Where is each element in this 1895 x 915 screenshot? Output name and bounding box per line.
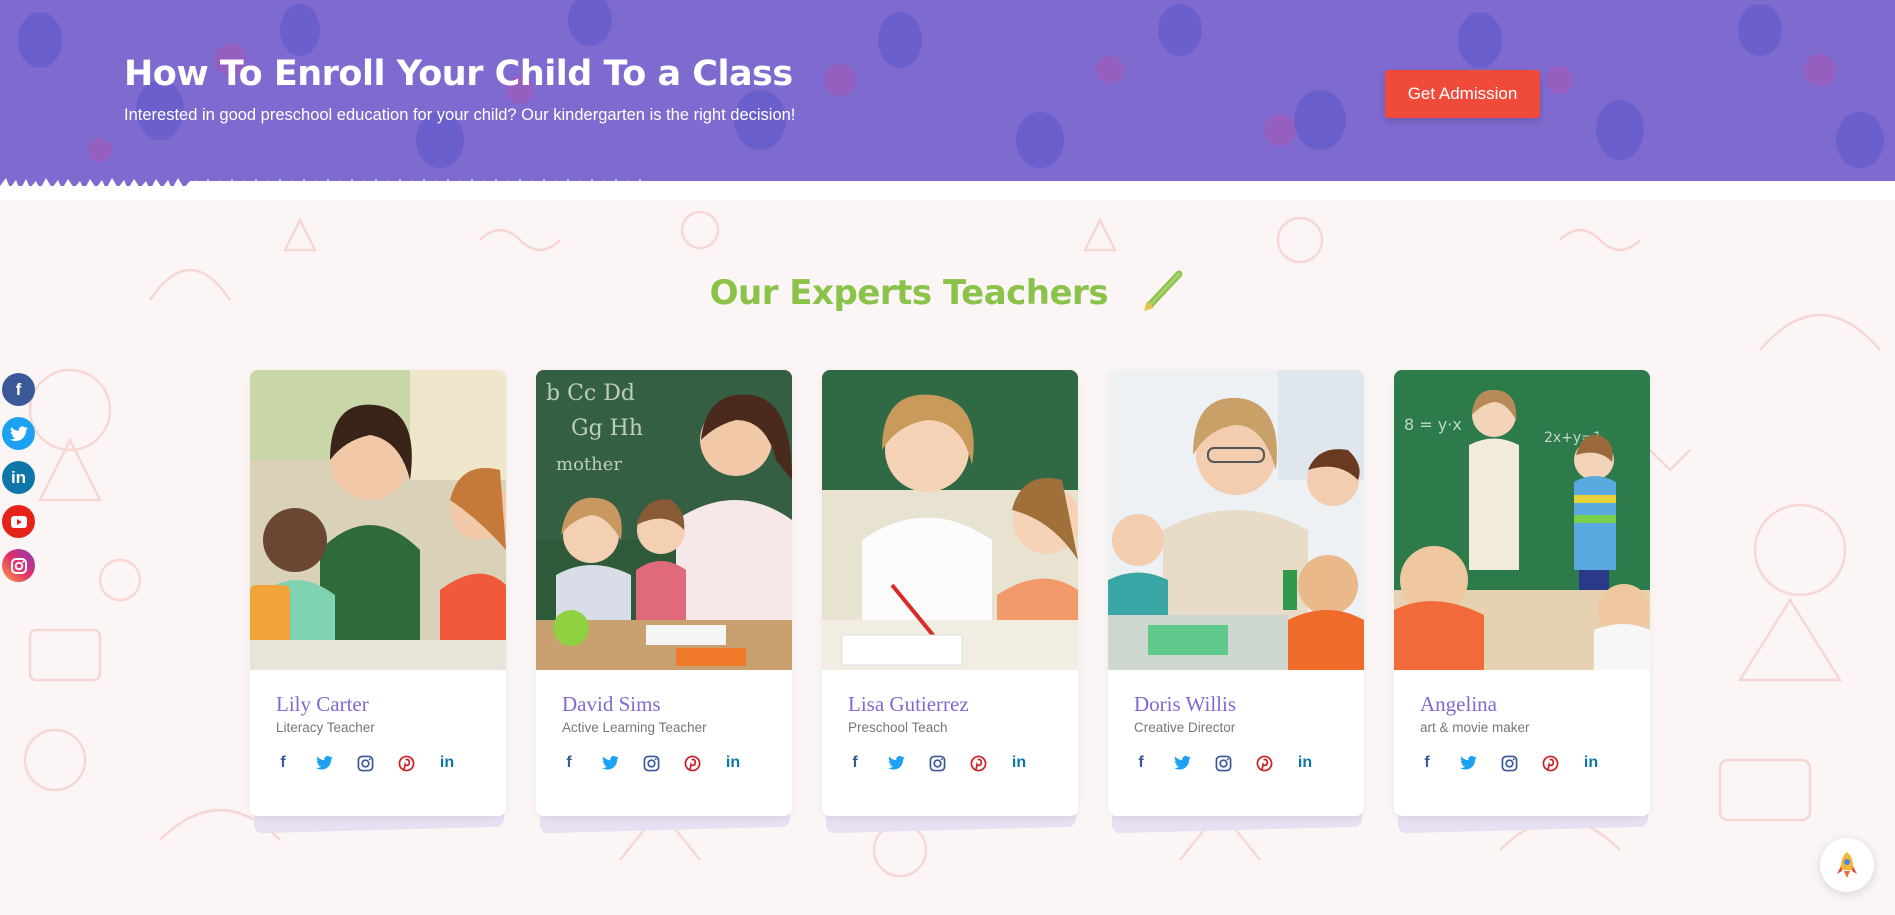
teacher-card[interactable]: Lily Carter Literacy Teacher f in [250,370,506,834]
facebook-icon[interactable]: f [1418,754,1436,772]
teacher-photo: 8 = y·x 2x+y=1 [1394,370,1650,670]
section-title-text: Our Experts Teachers [709,273,1109,313]
svg-text:mother: mother [556,454,622,475]
instagram-icon[interactable] [356,754,374,772]
teacher-photo: b Cc Dd Gg Hh mother [536,370,792,670]
linkedin-icon[interactable]: in [724,754,742,772]
teacher-role: Literacy Teacher [276,720,375,735]
twitter-icon[interactable] [2,417,35,450]
instagram-icon[interactable] [1500,754,1518,772]
instagram-icon[interactable] [928,754,946,772]
pinterest-icon[interactable] [1255,754,1273,772]
teacher-name[interactable]: Lily Carter [276,692,369,717]
teacher-card[interactable]: Doris Willis Creative Director f in [1108,370,1364,834]
linkedin-icon[interactable]: in [1582,754,1600,772]
teacher-card[interactable]: 8 = y·x 2x+y=1 Angelina art & movie make… [1394,370,1650,834]
teacher-photo [822,370,1078,670]
twitter-icon[interactable] [315,754,333,772]
facebook-icon[interactable]: f [1132,754,1150,772]
teacher-card[interactable]: Lisa Gutierrez Preschool Teach f in [822,370,1078,834]
social-sidebar: f in [2,373,36,593]
svg-text:Gg Hh: Gg Hh [571,416,643,441]
card-body: Lily Carter Literacy Teacher f in [250,370,506,816]
teacher-photo [1108,370,1364,670]
linkedin-icon[interactable]: in [1010,754,1028,772]
facebook-icon[interactable]: f [2,373,35,406]
pinterest-icon[interactable] [969,754,987,772]
teacher-role: Active Learning Teacher [562,720,707,735]
teacher-name[interactable]: Angelina [1420,692,1497,717]
instagram-icon[interactable] [642,754,660,772]
teacher-social-links: f in [1418,754,1600,772]
twitter-icon[interactable] [1459,754,1477,772]
teacher-social-links: f in [560,754,742,772]
teacher-name[interactable]: Lisa Gutierrez [848,692,969,717]
youtube-icon[interactable] [2,505,35,538]
svg-text:8 = y·x: 8 = y·x [1404,415,1462,434]
banner-title: How To Enroll Your Child To a Class [124,54,793,94]
back-to-top-button[interactable] [1820,838,1874,892]
section-title: Our Experts Teachers [0,268,1895,321]
teacher-social-links: f in [1132,754,1314,772]
teacher-social-links: f in [274,754,456,772]
teacher-card[interactable]: b Cc Dd Gg Hh mother David Sims Active L… [536,370,792,834]
teacher-role: art & movie maker [1420,720,1530,735]
pencil-icon [1141,268,1185,321]
card-body: Lisa Gutierrez Preschool Teach f in [822,370,1078,816]
pinterest-icon[interactable] [683,754,701,772]
card-body: Doris Willis Creative Director f in [1108,370,1364,816]
linkedin-icon[interactable]: in [1296,754,1314,772]
teacher-social-links: f in [846,754,1028,772]
banner-subtitle: Interested in good preschool education f… [124,106,796,124]
twitter-icon[interactable] [887,754,905,772]
instagram-icon[interactable] [1214,754,1232,772]
linkedin-icon[interactable]: in [2,461,35,494]
pinterest-icon[interactable] [1541,754,1559,772]
teacher-name[interactable]: Doris Willis [1134,692,1236,717]
get-admission-button[interactable]: Get Admission [1385,70,1540,118]
facebook-icon[interactable]: f [274,754,292,772]
pinterest-icon[interactable] [397,754,415,772]
teacher-role: Preschool Teach [848,720,948,735]
teacher-role: Creative Director [1134,720,1236,735]
rocket-icon [1837,852,1857,878]
instagram-icon[interactable] [2,549,35,582]
twitter-icon[interactable] [601,754,619,772]
banner-handprint-pattern [18,0,1884,168]
card-body: b Cc Dd Gg Hh mother David Sims Active L… [536,370,792,816]
grass-edge [0,178,1895,200]
teacher-photo [250,370,506,670]
svg-text:b Cc Dd: b Cc Dd [546,381,635,406]
card-body: 8 = y·x 2x+y=1 Angelina art & movie make… [1394,370,1650,816]
enroll-banner: How To Enroll Your Child To a Class Inte… [0,0,1895,200]
facebook-icon[interactable]: f [846,754,864,772]
linkedin-icon[interactable]: in [438,754,456,772]
facebook-icon[interactable]: f [560,754,578,772]
twitter-icon[interactable] [1173,754,1191,772]
teacher-name[interactable]: David Sims [562,692,661,717]
